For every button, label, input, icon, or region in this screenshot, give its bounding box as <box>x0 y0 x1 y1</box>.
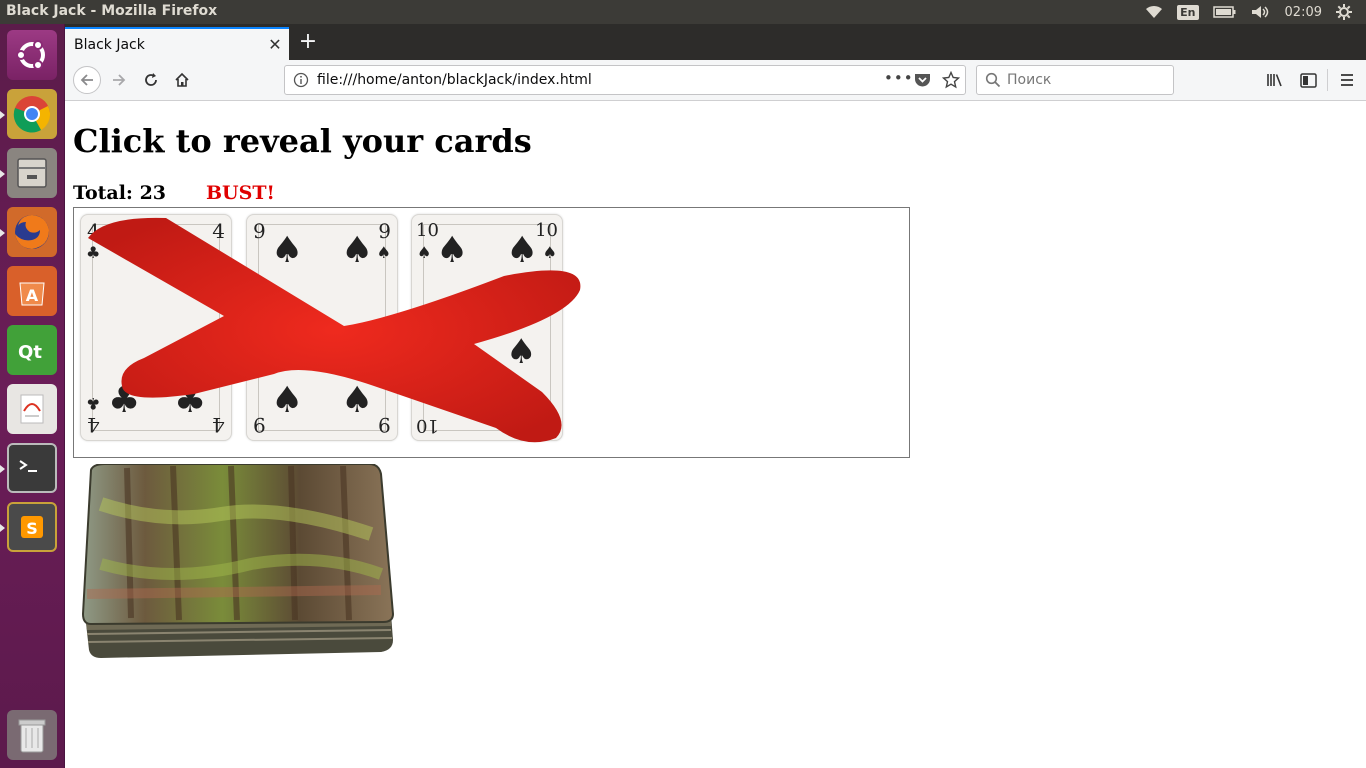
reload-icon <box>145 73 157 86</box>
card-rank: 9 <box>253 219 266 243</box>
bookmark-star-icon[interactable] <box>941 70 961 93</box>
wifi-icon[interactable] <box>1145 5 1163 19</box>
running-indicator <box>0 229 5 237</box>
card-10-spades[interactable]: 10 ♠ 10 ♠ ♠ ♠ ♠ 10 <box>411 214 563 441</box>
tab-strip: Black Jack ✕ + <box>65 24 1366 60</box>
running-indicator <box>0 465 5 473</box>
url-text[interactable]: file:///home/anton/blackJack/index.html <box>317 72 592 88</box>
info-icon[interactable] <box>293 72 309 92</box>
battery-icon[interactable] <box>1212 6 1237 18</box>
sidebar-toggle-button[interactable] <box>1294 66 1322 94</box>
spade-icon: ♠ <box>376 243 391 262</box>
search-input[interactable] <box>1007 71 1167 89</box>
svg-text:S: S <box>26 519 38 538</box>
running-indicator <box>0 111 5 119</box>
spade-icon: ♠ <box>271 230 304 271</box>
total-score: Total: 23 <box>73 182 167 204</box>
card-rank: 4 <box>212 219 225 243</box>
toolbar-separator <box>1327 69 1328 91</box>
close-tab-icon[interactable]: ✕ <box>263 35 287 54</box>
club-icon: ♣ <box>108 380 141 421</box>
player-hand[interactable]: 4 ♣ 4 ♣ ♣ ♣ 4 4 9 9 ♠ ♠ ♠ ♠ ♠ 9 9 10 ♠ 1… <box>73 207 910 458</box>
ubuntu-logo-icon[interactable] <box>7 30 57 80</box>
card-rank: 10 <box>416 415 439 436</box>
pocket-icon[interactable] <box>914 72 931 92</box>
back-button[interactable] <box>73 66 101 94</box>
file-cabinet-icon[interactable] <box>7 148 57 198</box>
card-rank: 9 <box>378 219 391 243</box>
spade-icon: ♠ <box>542 243 557 262</box>
svg-text:A: A <box>26 286 39 305</box>
forward-button[interactable] <box>105 66 133 94</box>
search-bar[interactable] <box>976 65 1174 95</box>
sublime-icon[interactable]: S <box>7 502 57 552</box>
page-heading: Click to reveal your cards <box>73 122 532 160</box>
card-rank: 4 <box>87 413 100 437</box>
card-deck-icon[interactable] <box>81 464 395 660</box>
sidebar-icon <box>1299 72 1317 88</box>
keyboard-layout-indicator[interactable]: En <box>1177 4 1199 20</box>
home-icon <box>175 72 189 87</box>
card-rank: 4 <box>212 413 225 437</box>
firefox-icon[interactable] <box>7 207 57 257</box>
volume-icon[interactable] <box>1251 5 1271 19</box>
clock[interactable]: 02:09 <box>1285 5 1322 20</box>
back-arrow-icon <box>80 74 93 86</box>
library-button[interactable] <box>1261 66 1289 94</box>
spade-icon: ♠ <box>341 230 374 271</box>
club-icon: ♣ <box>86 243 101 262</box>
tab-black-jack[interactable]: Black Jack ✕ <box>65 27 289 60</box>
unity-launcher: A Qt S <box>0 24 65 768</box>
card-rank: 9 <box>378 413 391 437</box>
running-indicator <box>0 524 5 532</box>
reload-button[interactable] <box>137 66 165 94</box>
card-rank: 10 <box>535 220 558 241</box>
chrome-icon[interactable] <box>7 89 57 139</box>
menu-button[interactable] <box>1333 66 1361 94</box>
bust-status: BUST! <box>206 182 275 204</box>
trash-icon[interactable] <box>7 710 57 760</box>
page-actions-menu-icon[interactable]: ••• <box>884 69 914 87</box>
spade-icon: ♠ <box>506 332 537 372</box>
library-icon <box>1267 74 1282 87</box>
card-rank: 9 <box>253 413 266 437</box>
running-indicator <box>0 170 5 178</box>
system-top-bar: Black Jack - Mozilla Firefox En 02:09 <box>0 0 1366 24</box>
spade-icon: ♠ <box>341 380 374 421</box>
new-tab-button[interactable]: + <box>295 30 321 56</box>
url-bar[interactable]: file:///home/anton/blackJack/index.html … <box>284 65 966 95</box>
club-icon: ♣ <box>86 394 101 413</box>
system-tray: En 02:09 <box>1145 0 1366 24</box>
spade-icon: ♠ <box>436 230 469 271</box>
card-rank: 4 <box>87 219 100 243</box>
spade-icon: ♠ <box>506 230 539 271</box>
home-button[interactable] <box>168 66 196 94</box>
page-content: Click to reveal your cards Total: 23 BUS… <box>65 102 1366 768</box>
forward-arrow-icon <box>113 74 126 86</box>
software-center-icon[interactable]: A <box>7 266 57 316</box>
spade-icon: ♠ <box>417 243 432 262</box>
search-icon <box>985 72 1001 92</box>
qt-icon[interactable]: Qt <box>7 325 57 375</box>
card-9-spades[interactable]: 9 9 ♠ ♠ ♠ ♠ ♠ 9 9 <box>246 214 398 441</box>
spade-icon: ♠ <box>271 380 304 421</box>
terminal-icon[interactable] <box>7 443 57 493</box>
tab-title: Black Jack <box>74 36 145 53</box>
document-viewer-icon[interactable] <box>7 384 57 434</box>
navigation-toolbar: file:///home/anton/blackJack/index.html … <box>65 60 1366 101</box>
settings-gear-icon[interactable] <box>1336 4 1352 20</box>
club-icon: ♣ <box>174 380 207 421</box>
window-title: Black Jack - Mozilla Firefox <box>6 3 218 19</box>
card-4-clubs[interactable]: 4 ♣ 4 ♣ ♣ ♣ 4 4 <box>80 214 232 441</box>
hamburger-menu-icon <box>1341 74 1353 86</box>
svg-text:Qt: Qt <box>18 342 42 363</box>
